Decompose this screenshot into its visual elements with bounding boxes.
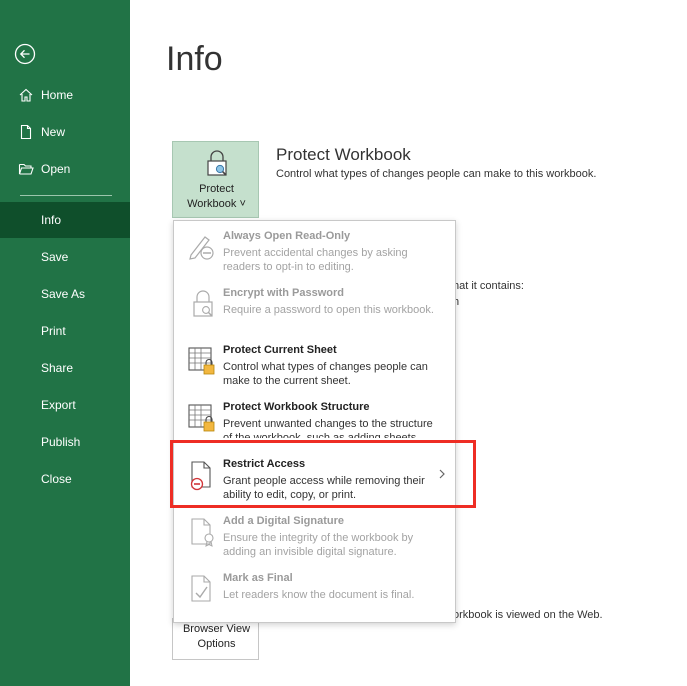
nav-label: Save [41, 250, 69, 264]
nav-label: Publish [41, 435, 81, 449]
nav-new[interactable]: New [0, 114, 130, 150]
nav-label: Save As [41, 287, 86, 301]
background-text: hat it contains: [453, 280, 524, 292]
protect-workbook-button[interactable]: Protect Workbook ˅ [172, 141, 259, 218]
protect-button-line2: Workbook ˅ [187, 198, 246, 210]
protect-button-line1: Protect [199, 183, 234, 195]
nav-label: Home [41, 88, 74, 102]
nav-publish[interactable]: Publish [0, 424, 130, 460]
workbook-lock-icon [188, 404, 215, 432]
lock-key-icon [207, 150, 227, 176]
nav-save[interactable]: Save [0, 239, 130, 275]
nav-label: Print [41, 324, 66, 338]
nav-save-as[interactable]: Save As [0, 276, 130, 312]
nav-share[interactable]: Share [0, 350, 130, 386]
menu-item-title: Protect Current Sheet [223, 344, 337, 356]
nav-label: Close [41, 472, 72, 486]
pencil-no-icon [189, 236, 214, 260]
menu-item-title: Mark as Final [223, 572, 293, 584]
nav-label: Open [41, 162, 71, 176]
menu-item-protect-workbook-structure[interactable]: Protect Workbook Structure Prevent unwan… [174, 392, 455, 438]
menu-item-title: Always Open Read-Only [223, 230, 351, 242]
home-icon [19, 88, 33, 102]
menu-item-description: Let readers know the document is final. [223, 589, 415, 601]
nav-print[interactable]: Print [0, 313, 130, 349]
nav-home[interactable]: Home [0, 77, 130, 113]
nav-close[interactable]: Close [0, 461, 130, 497]
background-text: orkbook is viewed on the Web. [453, 609, 603, 621]
page-title: Info [166, 40, 223, 78]
back-arrow-icon[interactable] [14, 43, 36, 65]
new-document-icon [20, 124, 32, 140]
nav-label: Share [41, 361, 74, 375]
menu-item-title: Add a Digital Signature [223, 515, 345, 527]
menu-item-always-open-read-only[interactable]: Always Open Read-Only Prevent accidental… [174, 221, 455, 278]
menu-item-title: Protect Workbook Structure [223, 401, 370, 413]
restrict-access-highlight [170, 440, 476, 508]
menu-item-description: Control what types of changes people can… [223, 361, 428, 387]
open-folder-icon [18, 163, 34, 175]
nav-export[interactable]: Export [0, 387, 130, 423]
nav-label: Info [41, 213, 62, 227]
protect-workbook-menu: Always Open Read-Only Prevent accidental… [173, 220, 456, 623]
sheet-lock-icon [188, 347, 215, 375]
nav-label: New [41, 125, 66, 139]
protect-section-description: Control what types of changes people can… [276, 168, 597, 180]
lock-key-icon [193, 290, 213, 317]
browser-view-line1: Browser View [182, 623, 251, 635]
browser-view-line2: Options [197, 638, 236, 650]
nav-label: Export [41, 398, 76, 412]
menu-item-protect-current-sheet[interactable]: Protect Current Sheet Control what types… [174, 335, 455, 392]
menu-item-description: Prevent accidental changes by asking rea… [223, 247, 408, 273]
sidebar-divider [20, 195, 112, 196]
nav-open[interactable]: Open [0, 151, 130, 187]
signature-icon [191, 518, 214, 547]
menu-item-description: Require a password to open this workbook… [223, 304, 434, 316]
menu-item-description: Ensure the integrity of the workbook by … [223, 532, 414, 558]
mark-final-icon [191, 575, 211, 602]
browser-view-options-button[interactable]: Browser View Options [172, 618, 259, 660]
menu-item-add-digital-signature[interactable]: Add a Digital Signature Ensure the integ… [174, 506, 455, 563]
protect-section-title: Protect Workbook [276, 145, 411, 164]
menu-item-description: Prevent unwanted changes to the structur… [223, 418, 433, 438]
menu-item-title: Encrypt with Password [223, 287, 345, 299]
menu-item-mark-as-final[interactable]: Mark as Final Let readers know the docum… [174, 563, 455, 620]
nav-info[interactable]: Info [0, 202, 130, 238]
menu-item-encrypt-with-password[interactable]: Encrypt with Password Require a password… [174, 278, 455, 335]
backstage-sidebar: Home New Open Info Save Save As Print Sh… [0, 0, 130, 686]
